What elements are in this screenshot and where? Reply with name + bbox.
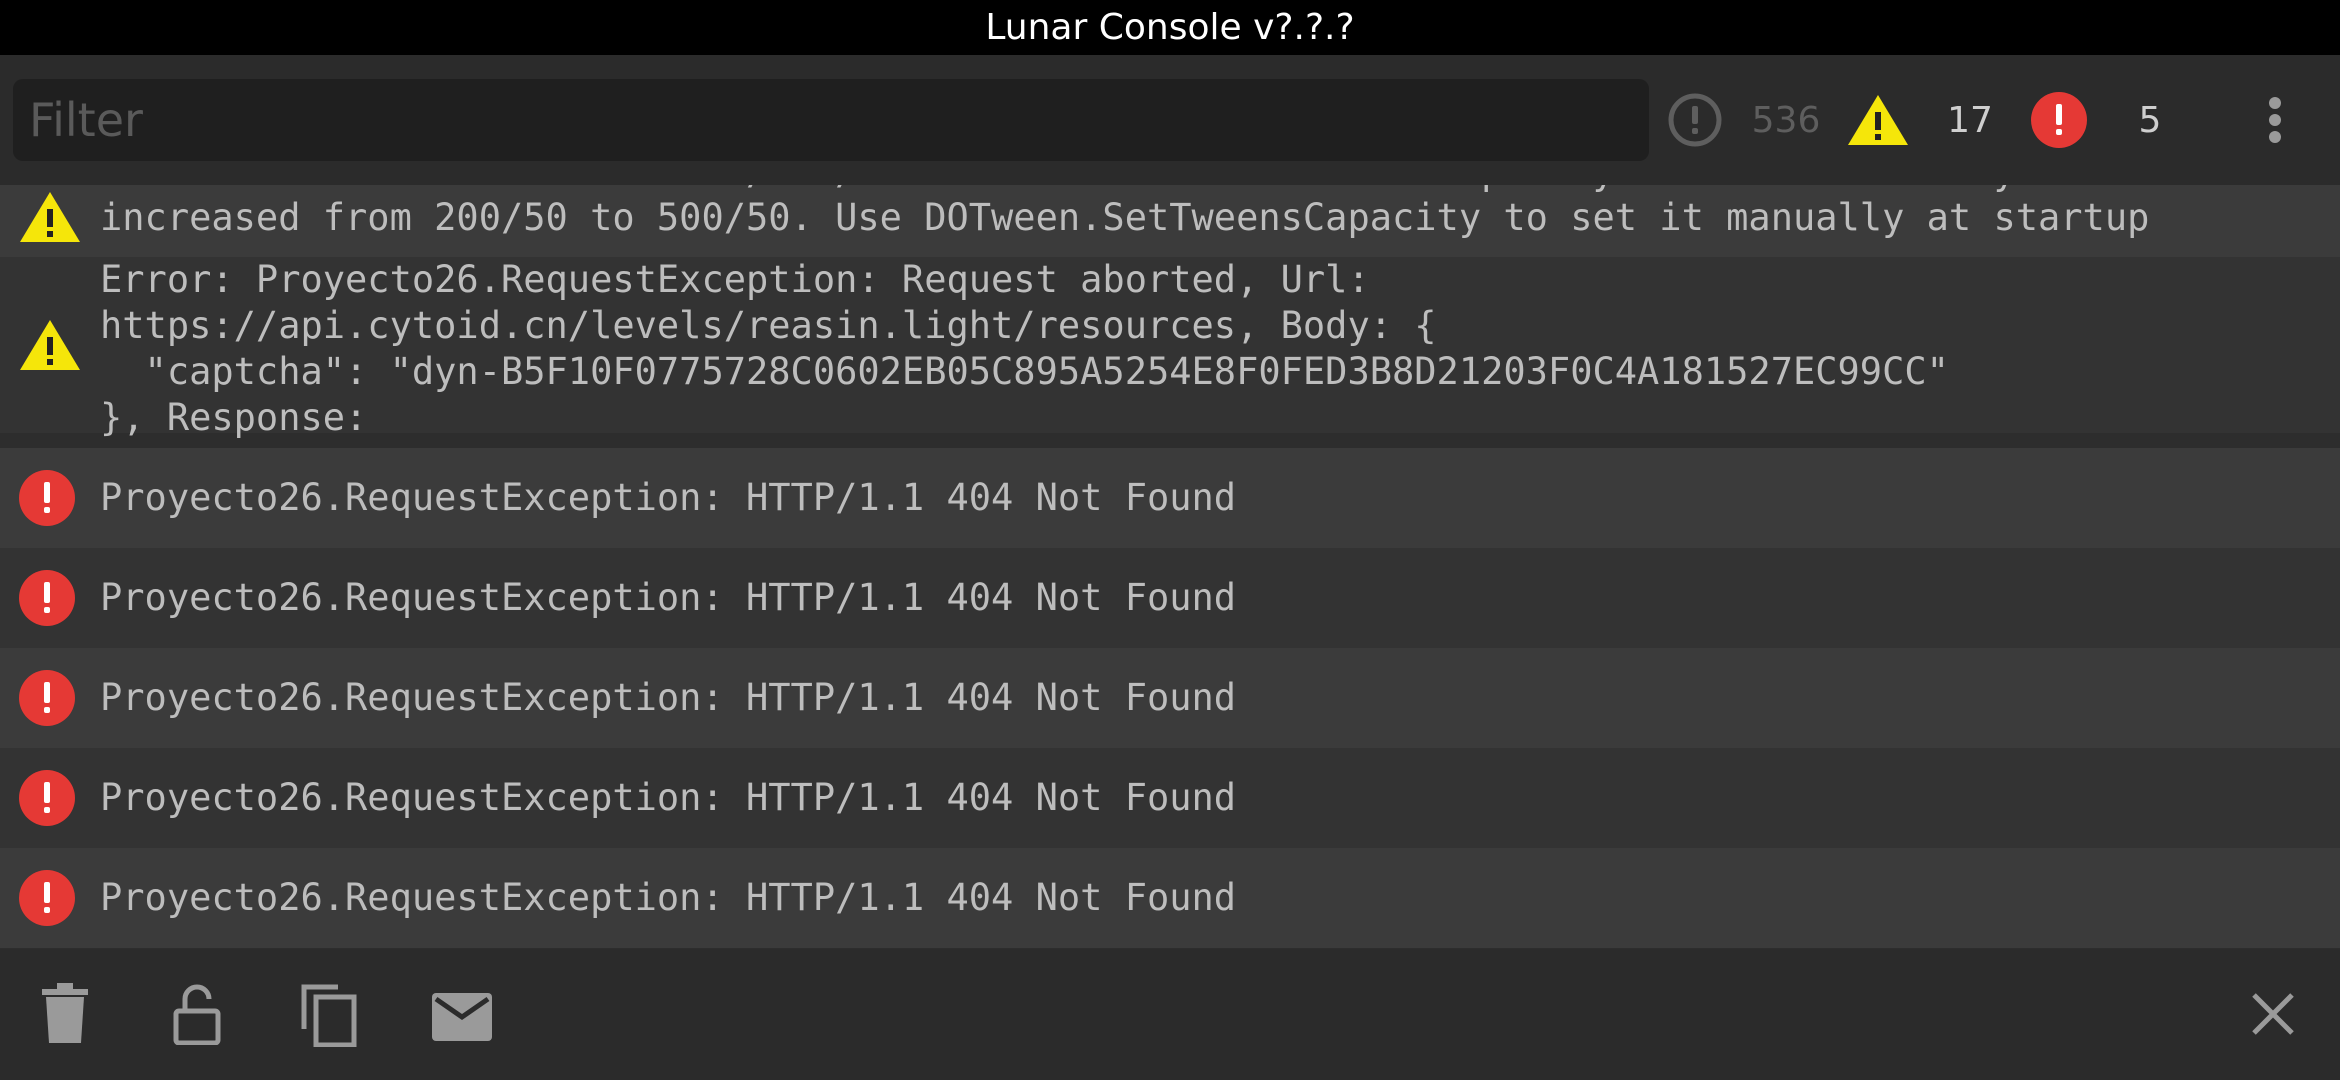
error-circle-icon	[19, 470, 75, 526]
trash-icon	[42, 983, 88, 1043]
log-entry-warning[interactable]: <color=#0099bc><b>DOTWEEN ► </b></color>…	[0, 185, 2340, 257]
log-message-line: Error: Proyecto26.RequestException: Requ…	[100, 258, 1370, 301]
email-button[interactable]	[432, 993, 492, 1046]
error-circle-icon	[19, 870, 75, 926]
log-message-line: }, Response:	[100, 396, 368, 439]
error-circle-icon	[19, 770, 75, 826]
clear-button[interactable]	[40, 983, 90, 1050]
log-message-line: Proyecto26.RequestException: HTTP/1.1 40…	[100, 576, 1237, 619]
log-message-line: Proyecto26.RequestException: HTTP/1.1 40…	[100, 876, 1237, 919]
warning-count: 17	[1947, 99, 1993, 141]
log-message-line: https://api.cytoid.cn/levels/reasin.ligh…	[100, 304, 1437, 347]
log-entry-error[interactable]: Proyecto26.RequestException: HTTP/1.1 40…	[0, 448, 2340, 548]
warning-triangle-icon	[1848, 95, 1908, 145]
log-message-line: Proyecto26.RequestException: HTTP/1.1 40…	[100, 476, 1237, 519]
log-entry-error[interactable]: Proyecto26.RequestException: HTTP/1.1 40…	[0, 548, 2340, 648]
copy-icon	[301, 984, 357, 1048]
warning-filter-toggle[interactable]	[1846, 55, 1910, 185]
email-icon	[432, 993, 492, 1041]
filter-input[interactable]	[13, 79, 1649, 161]
log-list[interactable]: <color=#0099bc><b>DOTWEEN ► </b></color>…	[0, 185, 2340, 949]
scroll-lock-button[interactable]	[172, 983, 222, 1050]
info-circle-icon	[1668, 93, 1722, 147]
error-circle-icon	[2031, 92, 2087, 148]
warning-triangle-icon	[20, 192, 80, 242]
log-entry-warning[interactable]: Error: Proyecto26.RequestException: Requ…	[0, 257, 2340, 439]
window-title: Lunar Console v?.?.?	[0, 0, 2340, 55]
error-count: 5	[2138, 99, 2162, 141]
toolbar: 536 17 5	[0, 55, 2340, 185]
log-message-line: "captcha": "dyn-B5F10F0775728C0602EB05C8…	[100, 350, 1949, 393]
log-message-line: Proyecto26.RequestException: HTTP/1.1 40…	[100, 676, 1237, 719]
log-entry-error[interactable]: Proyecto26.RequestException: HTTP/1.1 40…	[0, 648, 2340, 748]
close-icon	[2252, 993, 2294, 1035]
copy-button[interactable]	[300, 983, 358, 1052]
close-button[interactable]	[2250, 991, 2296, 1042]
menu-button[interactable]	[2250, 95, 2300, 145]
log-filter-toggle[interactable]	[1667, 55, 1727, 185]
log-entry-error[interactable]: Proyecto26.RequestException: HTTP/1.1 40…	[0, 848, 2340, 948]
log-message-line: increased from 200/50 to 500/50. Use DOT…	[100, 196, 2150, 239]
log-message-line: Proyecto26.RequestException: HTTP/1.1 40…	[100, 776, 1237, 819]
log-count: 536	[1751, 99, 1821, 141]
log-entry-error[interactable]: Proyecto26.RequestException: HTTP/1.1 40…	[0, 748, 2340, 848]
warning-triangle-icon	[20, 320, 80, 370]
unlock-icon	[173, 984, 221, 1046]
error-filter-toggle[interactable]	[2030, 55, 2090, 185]
error-circle-icon	[19, 570, 75, 626]
more-vertical-icon	[2269, 97, 2281, 109]
log-message-line: <color=#0099bc><b>DOTWEEN ► </b></color>…	[100, 185, 2127, 195]
bottom-toolbar	[0, 949, 2340, 1080]
error-circle-icon	[19, 670, 75, 726]
